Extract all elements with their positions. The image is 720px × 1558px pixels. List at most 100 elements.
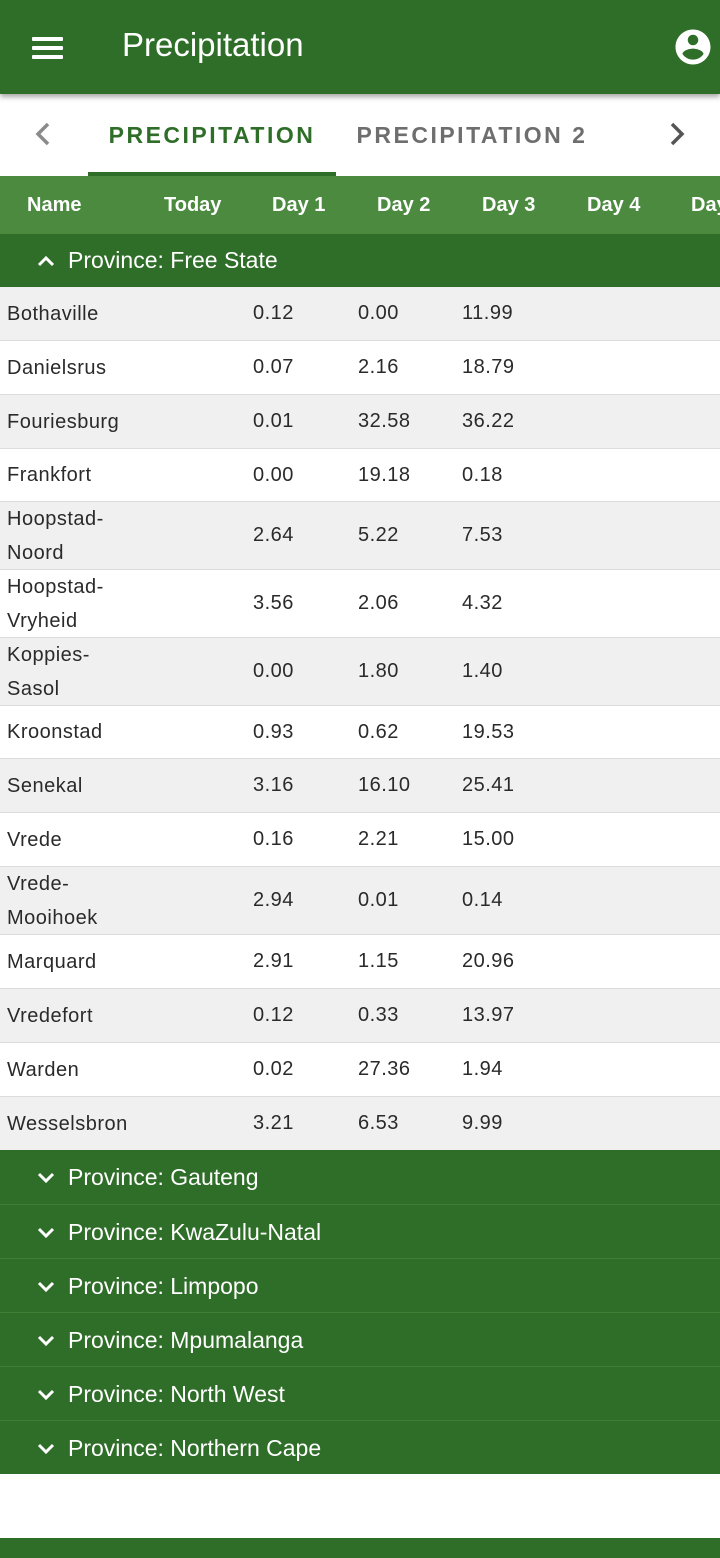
table-row[interactable]: Hoopstad-Vryheid 3.56 2.06 4.32 [0,570,720,638]
cell-day3: 13.97 [462,1004,515,1026]
cell-name: Danielsrus [7,356,107,379]
chevron-left-icon[interactable] [20,110,68,158]
chevron-up-icon [37,255,55,267]
tab-precipitation-2[interactable]: PRECIPITATION 2 [340,94,604,176]
cell-day3: 18.79 [462,356,515,378]
table-row[interactable]: Hoopstad-Noord 2.64 5.22 7.53 [0,502,720,570]
table-row[interactable]: Fouriesburg 0.01 32.58 36.22 [0,395,720,449]
cell-day2: 0.33 [358,1004,399,1026]
column-header-day2[interactable]: Day 2 [377,176,430,234]
cell-name: Vredefort [7,1004,94,1027]
table-row[interactable]: Warden 0.02 27.36 1.94 [0,1043,720,1097]
table-row[interactable]: Bothaville 0.12 0.00 11.99 [0,287,720,341]
page-title: Precipitation [122,26,304,63]
bottom-bar [0,1538,720,1558]
cell-day2: 19.18 [358,463,411,486]
menu-icon[interactable] [24,28,72,68]
cell-day3: 1.94 [462,1058,503,1080]
cell-day3: 11.99 [462,302,514,324]
cell-day1: 0.93 [253,720,294,743]
cell-day1: 3.56 [253,592,294,614]
chevron-down-icon [37,1443,55,1455]
cell-day2: 16.10 [358,774,411,796]
chevron-down-icon [37,1172,55,1184]
cell-name: Senekal [7,774,83,797]
column-header-name[interactable]: Name [27,176,81,234]
group-label: Province: KwaZulu-Natal [68,1219,322,1245]
column-header-day5[interactable]: Day [691,176,720,234]
table-row[interactable]: Vredefort 0.12 0.33 13.97 [0,989,720,1043]
cell-day2: 6.53 [358,1112,399,1134]
cell-name: Fouriesburg [7,410,120,433]
cell-day1: 0.02 [253,1058,294,1080]
column-header-today[interactable]: Today [164,176,221,234]
table-row[interactable]: Danielsrus 0.07 2.16 18.79 [0,341,720,395]
cell-day1: 0.00 [253,463,294,486]
group-header-free-state[interactable]: Province: Free State [0,234,720,287]
cell-name: Vrede-Mooihoek [7,872,98,929]
cell-day1: 0.07 [253,356,294,378]
chevron-down-icon [37,1389,55,1401]
cell-day1: 0.12 [253,302,294,324]
cell-day2: 0.01 [358,889,399,911]
cell-day3: 15.00 [462,828,515,850]
tab-bar: PRECIPITATION PRECIPITATION 2 [0,94,720,176]
group-header-northern-cape[interactable]: Province: Northern Cape [0,1420,720,1474]
group-header-north-west[interactable]: Province: North West [0,1366,720,1420]
table-row[interactable]: Koppies-Sasol 0.00 1.80 1.40 [0,638,720,706]
account-circle-icon[interactable] [672,26,714,68]
column-header-day4[interactable]: Day 4 [587,176,640,234]
cell-day2: 2.06 [358,592,399,614]
table-row[interactable]: Wesselsbron 3.21 6.53 9.99 [0,1097,720,1150]
cell-day3: 0.18 [462,463,503,486]
cell-day3: 19.53 [462,720,515,743]
cell-day3: 7.53 [462,524,503,546]
cell-day2: 1.80 [358,660,399,682]
cell-day2: 32.58 [358,410,411,432]
group-header-mpumalanga[interactable]: Province: Mpumalanga [0,1312,720,1366]
group-header-kwazulu-natal[interactable]: Province: KwaZulu-Natal [0,1204,720,1258]
cell-day1: 3.21 [253,1112,294,1134]
cell-day1: 0.01 [253,410,294,432]
cell-day1: 3.16 [253,774,294,796]
cell-day2: 0.00 [358,302,399,324]
chevron-down-icon [37,1335,55,1347]
group-header-gauteng[interactable]: Province: Gauteng [0,1150,720,1204]
table-row[interactable]: Marquard 2.91 1.15 20.96 [0,935,720,989]
cell-day3: 20.96 [462,950,515,972]
tab-precipitation[interactable]: PRECIPITATION [88,94,336,176]
table-row[interactable]: Vrede 0.16 2.21 15.00 [0,813,720,867]
table-row[interactable]: Frankfort 0.00 19.18 0.18 [0,449,720,502]
cell-day3: 1.40 [462,660,503,682]
group-label: Province: Northern Cape [68,1435,322,1461]
cell-day3: 0.14 [462,889,503,911]
cell-day2: 1.15 [358,950,399,972]
group-label: Province: North West [68,1381,285,1407]
group-label: Province: Gauteng [68,1164,259,1190]
column-header-day3[interactable]: Day 3 [482,176,535,234]
cell-name: Wesselsbron [7,1112,128,1135]
cell-day3: 25.41 [462,774,515,796]
group-header-limpopo[interactable]: Province: Limpopo [0,1258,720,1312]
cell-name: Koppies-Sasol [7,643,90,700]
cell-day2: 27.36 [358,1058,411,1080]
cell-name: Vrede [7,828,63,851]
cell-day1: 0.16 [253,828,294,850]
group-label: Province: Mpumalanga [68,1327,304,1353]
cell-name: Bothaville [7,302,99,325]
cell-name: Kroonstad [7,721,103,743]
table-header: Name Today Day 1 Day 2 Day 3 Day 4 Day [0,176,720,234]
cell-name: Frankfort [7,464,92,486]
cell-day1: 0.12 [253,1004,294,1026]
table-row[interactable]: Vrede-Mooihoek 2.94 0.01 0.14 [0,867,720,935]
cell-day3: 9.99 [462,1112,503,1134]
table-row[interactable]: Senekal 3.16 16.10 25.41 [0,759,720,813]
column-header-day1[interactable]: Day 1 [272,176,325,234]
chevron-down-icon [37,1227,55,1239]
cell-name: Marquard [7,950,97,973]
group-label: Province: Limpopo [68,1273,259,1299]
table-row[interactable]: Kroonstad 0.93 0.62 19.53 [0,706,720,759]
cell-day3: 36.22 [462,410,515,432]
group-label: Province: Free State [68,247,278,273]
chevron-right-icon[interactable] [652,110,700,158]
